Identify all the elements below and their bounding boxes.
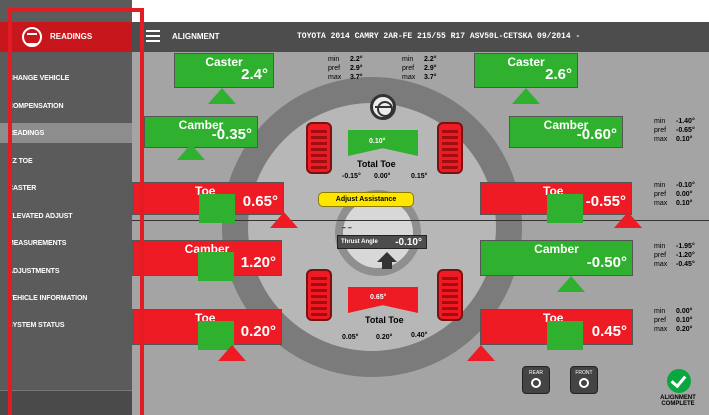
thrust-angle-label: Thrust Angle	[341, 239, 378, 245]
rear-label: REAR	[529, 370, 543, 376]
value: -0.50°	[586, 254, 627, 271]
rear-zoom-button[interactable]: REAR	[522, 366, 550, 394]
front-right-toe-box[interactable]: Toe -0.55°	[480, 182, 632, 223]
sidebar-item-compensation[interactable]: COMPENSATION	[0, 96, 132, 116]
toe-indicator-icon	[270, 212, 298, 228]
front-left-caster-box[interactable]: Caster 2.4°	[174, 53, 274, 88]
camber-target-zone	[198, 252, 235, 281]
caster-indicator-icon	[512, 88, 540, 104]
front-right-camber-spec: min -1.40° pref -0.65° max 0.10°	[654, 118, 695, 143]
readings-icon	[22, 27, 42, 47]
sidebar-item-system-status[interactable]: SYSTEM STATUS	[0, 315, 132, 335]
rear-left-tire-icon	[306, 269, 332, 321]
rear-left-camber-box[interactable]: Camber 1.20°	[132, 240, 282, 281]
thrust-angle-readout: Thrust Angle -0.10°	[337, 235, 427, 249]
sidebar-footer	[0, 390, 132, 415]
front-right-caster-box[interactable]: Caster 2.6°	[474, 53, 578, 88]
thrust-marks: – –	[342, 225, 352, 232]
rear-left-toe-box[interactable]: Toe 0.20°	[132, 309, 282, 350]
value: 0.45°	[591, 323, 627, 340]
front-left-tire-icon	[306, 122, 332, 174]
alignment-complete-label: ALIGNMENT COMPLETE	[660, 395, 696, 407]
rear-total-toe-value: 0.65°	[370, 294, 387, 301]
vehicle-info: TOYOTA 2014 CAMRY 2AR-FE 215/55 R17 ASV5…	[297, 32, 581, 41]
sidebar-item-vehicle-information[interactable]: VEHICLE INFORMATION	[0, 288, 132, 308]
toe-target-zone	[547, 194, 583, 223]
value: 0.20°	[240, 323, 276, 340]
value: -0.60°	[576, 126, 617, 143]
rear-total-toe-pref: 0.20°	[376, 334, 393, 341]
thrust-arrow-icon	[377, 252, 397, 262]
value: 1.20°	[240, 254, 276, 271]
zoom-icon	[579, 378, 589, 388]
front-total-toe-max: 0.15°	[411, 173, 428, 180]
readings-panel: Caster 2.4° min 2.2° pref 2.9° max 3.7° min…	[132, 52, 709, 415]
toe-indicator-icon	[614, 212, 642, 228]
sidebar-item-adjustments[interactable]: ADJUSTMENTS	[0, 261, 132, 281]
rear-total-toe-min: 0.05°	[342, 334, 359, 341]
toe-indicator-icon	[218, 345, 246, 361]
thrust-angle-value: -0.10°	[395, 237, 422, 248]
sidebar-item-caster[interactable]: CASTER	[0, 178, 132, 198]
front-right-toe-spec: min -0.10° pref 0.00° max 0.10°	[654, 182, 695, 207]
thrust-arrow-stem	[382, 262, 392, 269]
front-left-toe-box[interactable]: Toe 0.65°	[132, 182, 284, 223]
rear-total-toe-max: 0.40°	[411, 332, 428, 339]
top-bar: ALIGNMENT TOYOTA 2014 CAMRY 2AR-FE 215/5…	[132, 22, 709, 52]
steering-wheel-icon	[370, 94, 396, 120]
rear-right-toe-spec: min 0.00° pref 0.10° max 0.20°	[654, 308, 693, 333]
toe-target-zone	[547, 321, 584, 350]
rear-right-camber-box[interactable]: Camber -0.50°	[480, 240, 633, 276]
rear-right-toe-box[interactable]: Toe 0.45°	[480, 309, 633, 350]
value: -0.35°	[211, 126, 252, 143]
front-right-tire-icon	[437, 122, 463, 174]
front-total-toe-min: -0.15°	[342, 173, 361, 180]
sidebar: READINGS CHANGE VEHICLE COMPENSATION REA…	[0, 0, 132, 415]
value: 0.65°	[242, 193, 278, 210]
front-right-camber-box[interactable]: Camber -0.60°	[509, 116, 623, 148]
toe-indicator-icon	[467, 345, 495, 361]
front-total-toe-label: Total Toe	[357, 159, 396, 169]
page-title: ALIGNMENT	[172, 32, 220, 41]
front-total-toe-value: 0.10°	[369, 138, 386, 145]
caster-indicator-icon	[208, 88, 236, 104]
sidebar-item-elevated-adjust[interactable]: ELEVATED ADJUST	[0, 206, 132, 226]
sidebar-item-readings[interactable]: READINGS	[0, 123, 132, 143]
sidebar-item-ez-toe[interactable]: EZ TOE	[0, 151, 132, 171]
camber-indicator-icon	[177, 144, 205, 160]
front-caster-spec-right: min 2.2° pref 2.9° max 3.7°	[402, 56, 437, 81]
front-zoom-button[interactable]: FRONT	[570, 366, 598, 394]
camber-indicator-icon	[557, 276, 585, 292]
value: 2.6°	[545, 66, 572, 83]
toe-target-zone	[199, 194, 235, 223]
sidebar-item-change-vehicle[interactable]: CHANGE VEHICLE	[0, 68, 132, 88]
front-caster-spec: min 2.2° pref 2.9° max 3.7°	[328, 56, 363, 81]
value: -0.55°	[585, 193, 626, 210]
alignment-complete-check-icon[interactable]	[667, 369, 691, 393]
value: 2.4°	[241, 66, 268, 83]
rear-right-tire-icon	[437, 269, 463, 321]
zoom-icon	[531, 378, 541, 388]
adjust-assistance-button[interactable]: Adjust Assistance	[318, 192, 414, 207]
sidebar-item-measurements[interactable]: MEASUREMENTS	[0, 233, 132, 253]
sidebar-title: READINGS	[50, 32, 93, 41]
front-total-toe-pref: 0.00°	[374, 173, 391, 180]
sidebar-header[interactable]: READINGS	[0, 22, 132, 52]
front-label: FRONT	[575, 370, 593, 376]
menu-icon[interactable]	[146, 30, 160, 42]
rear-total-toe-label: Total Toe	[365, 315, 404, 325]
rear-right-camber-spec: min -1.95° pref -1.20° max -0.45°	[654, 243, 695, 268]
